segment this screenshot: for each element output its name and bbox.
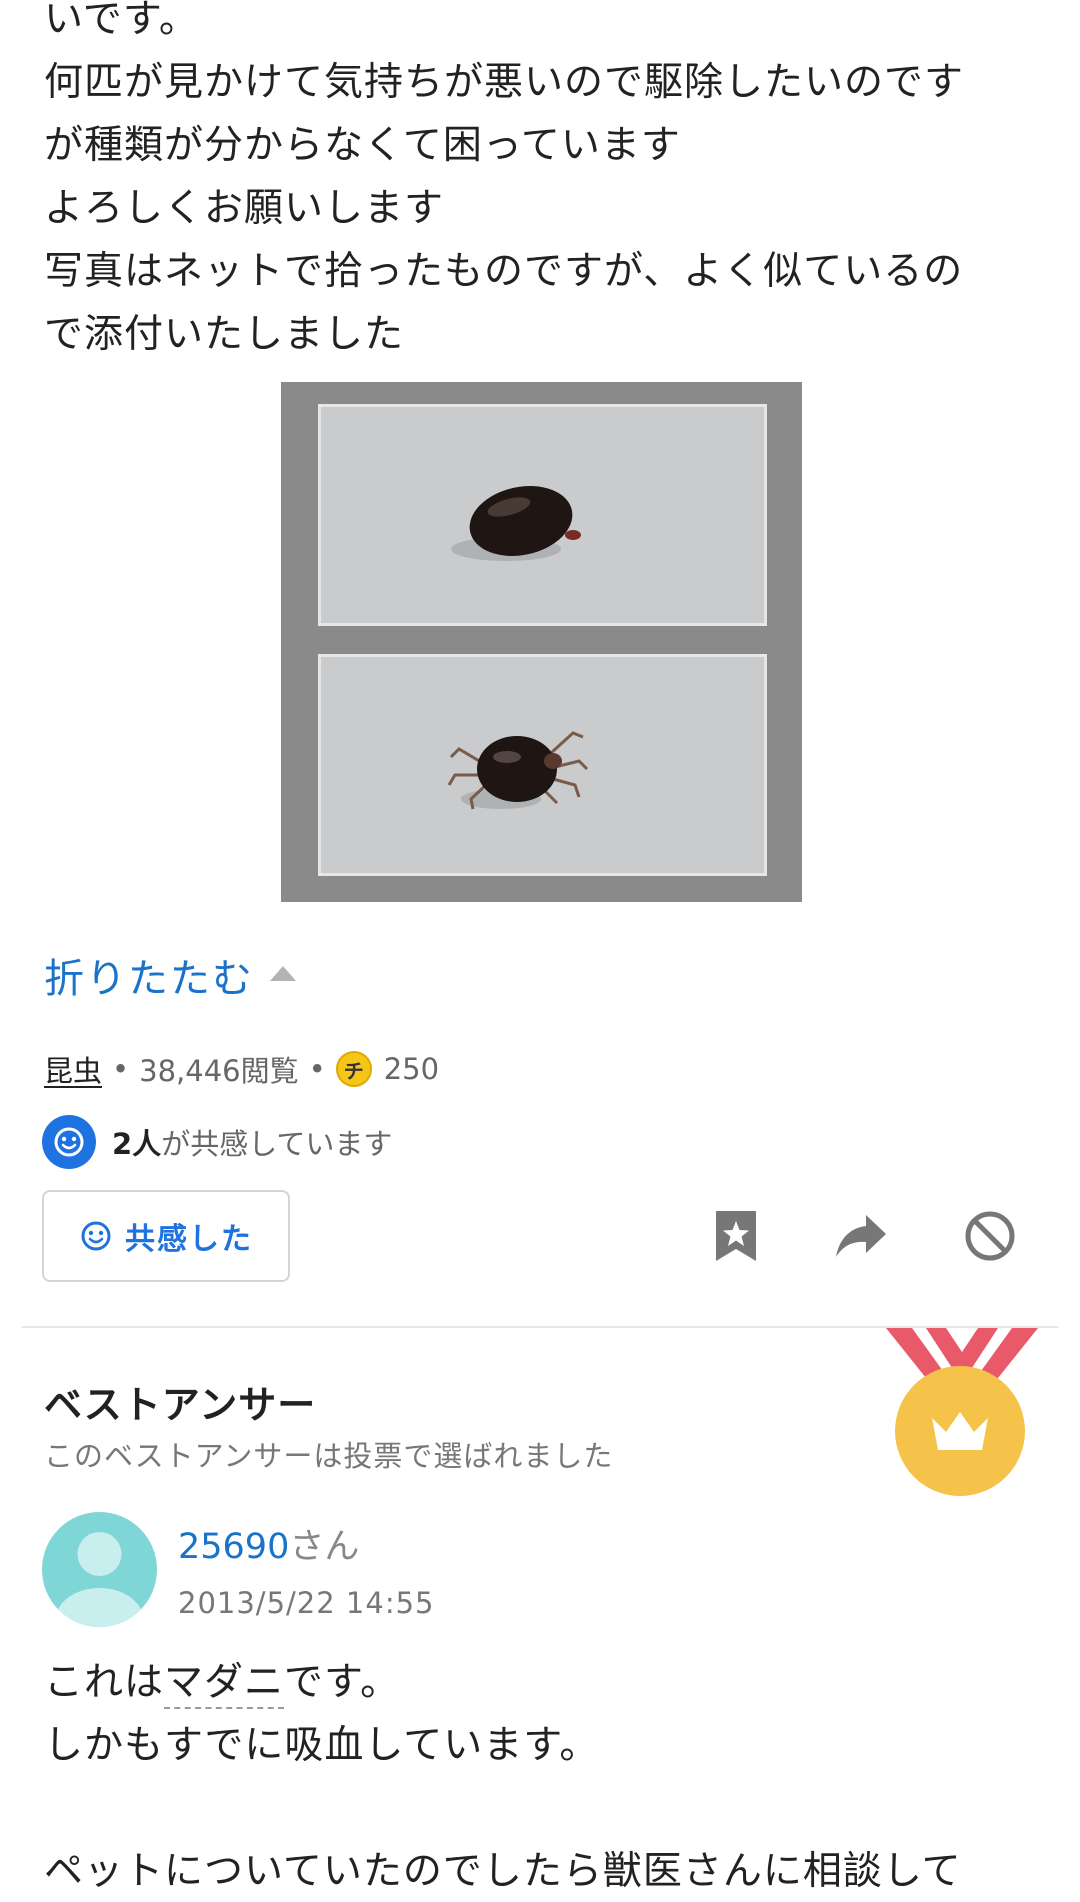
share-button[interactable] [830,1205,892,1267]
view-count: 38,446閲覧 [139,1054,299,1088]
best-answer-medal [895,1366,1025,1496]
user-name-link[interactable]: 25690 [178,1527,289,1567]
avatar[interactable] [42,1512,157,1627]
question-meta: 昆虫 • 38,446閲覧 • チ 250 [44,1047,439,1091]
best-answer-subtitle: このベストアンサーは投票で選ばれました [44,1439,614,1473]
chevron-up-icon [270,965,296,981]
answer-line: これはマダニです。 [44,1651,1044,1714]
answer-line [44,1777,1044,1840]
smiley-icon [81,1221,111,1251]
collapse-toggle[interactable]: 折りたたむ [44,945,296,1005]
answer-date: 2013/5/22 14:55 [178,1586,435,1620]
category-link[interactable]: 昆虫 [44,1048,102,1090]
report-icon [965,1211,1015,1261]
attached-photo[interactable] [281,382,802,902]
answer-body: これはマダニです。 しかもすでに吸血しています。 ペットについていたのでしたら獣… [44,1651,1044,1902]
keyword-link[interactable]: マダニ [164,1660,285,1709]
empathy-button[interactable]: 共感した [42,1190,290,1282]
empathy-suffix: が共感しています [161,1127,393,1161]
answer-line: ペットについていたのでしたら獣医さんに相談して [44,1849,962,1894]
best-answer-title: ベストアンサー [44,1383,317,1427]
coin-icon: チ [335,1051,372,1087]
crown-icon [932,1412,988,1450]
question-line: いです。 [44,0,199,42]
bookmark-icon [716,1211,756,1261]
question-line: が種類が分からなくて困っています [44,123,681,168]
answerer-name: 25690さん [178,1518,359,1569]
question-line: よろしくお願いします [44,186,445,231]
question-body: いです。 何匹が見かけて気持ちが悪いので駆除したいのです が種類が分からなくて困… [44,0,1044,366]
answer-text: これは [44,1660,165,1705]
empathy-button-label: 共感した [125,1222,253,1257]
question-line: 写真はネットで拾ったものですが、よく似ているの [44,249,964,294]
bookmark-button[interactable] [705,1205,767,1267]
photo-panel-bottom [318,654,767,876]
empathy-summary: 2人 が共感しています [42,1115,392,1169]
separator-dot: • [308,1052,326,1086]
answer-line: しかもすでに吸血しています。 [44,1723,600,1768]
question-line: で添付いたしました [44,312,405,357]
collapse-label: 折りたたむ [44,956,254,1002]
separator-dot: • [112,1052,130,1086]
user-honorific: さん [289,1527,360,1567]
report-button[interactable] [959,1205,1021,1267]
question-line: 何匹が見かけて気持ちが悪いので駆除したいのです [44,60,965,105]
coin-amount: 250 [383,1052,440,1086]
answer-text: です。 [284,1660,401,1705]
photo-panel-top [318,404,767,626]
share-icon [836,1215,886,1257]
empathy-count: 2人 [112,1127,162,1161]
smiley-icon [42,1115,96,1169]
